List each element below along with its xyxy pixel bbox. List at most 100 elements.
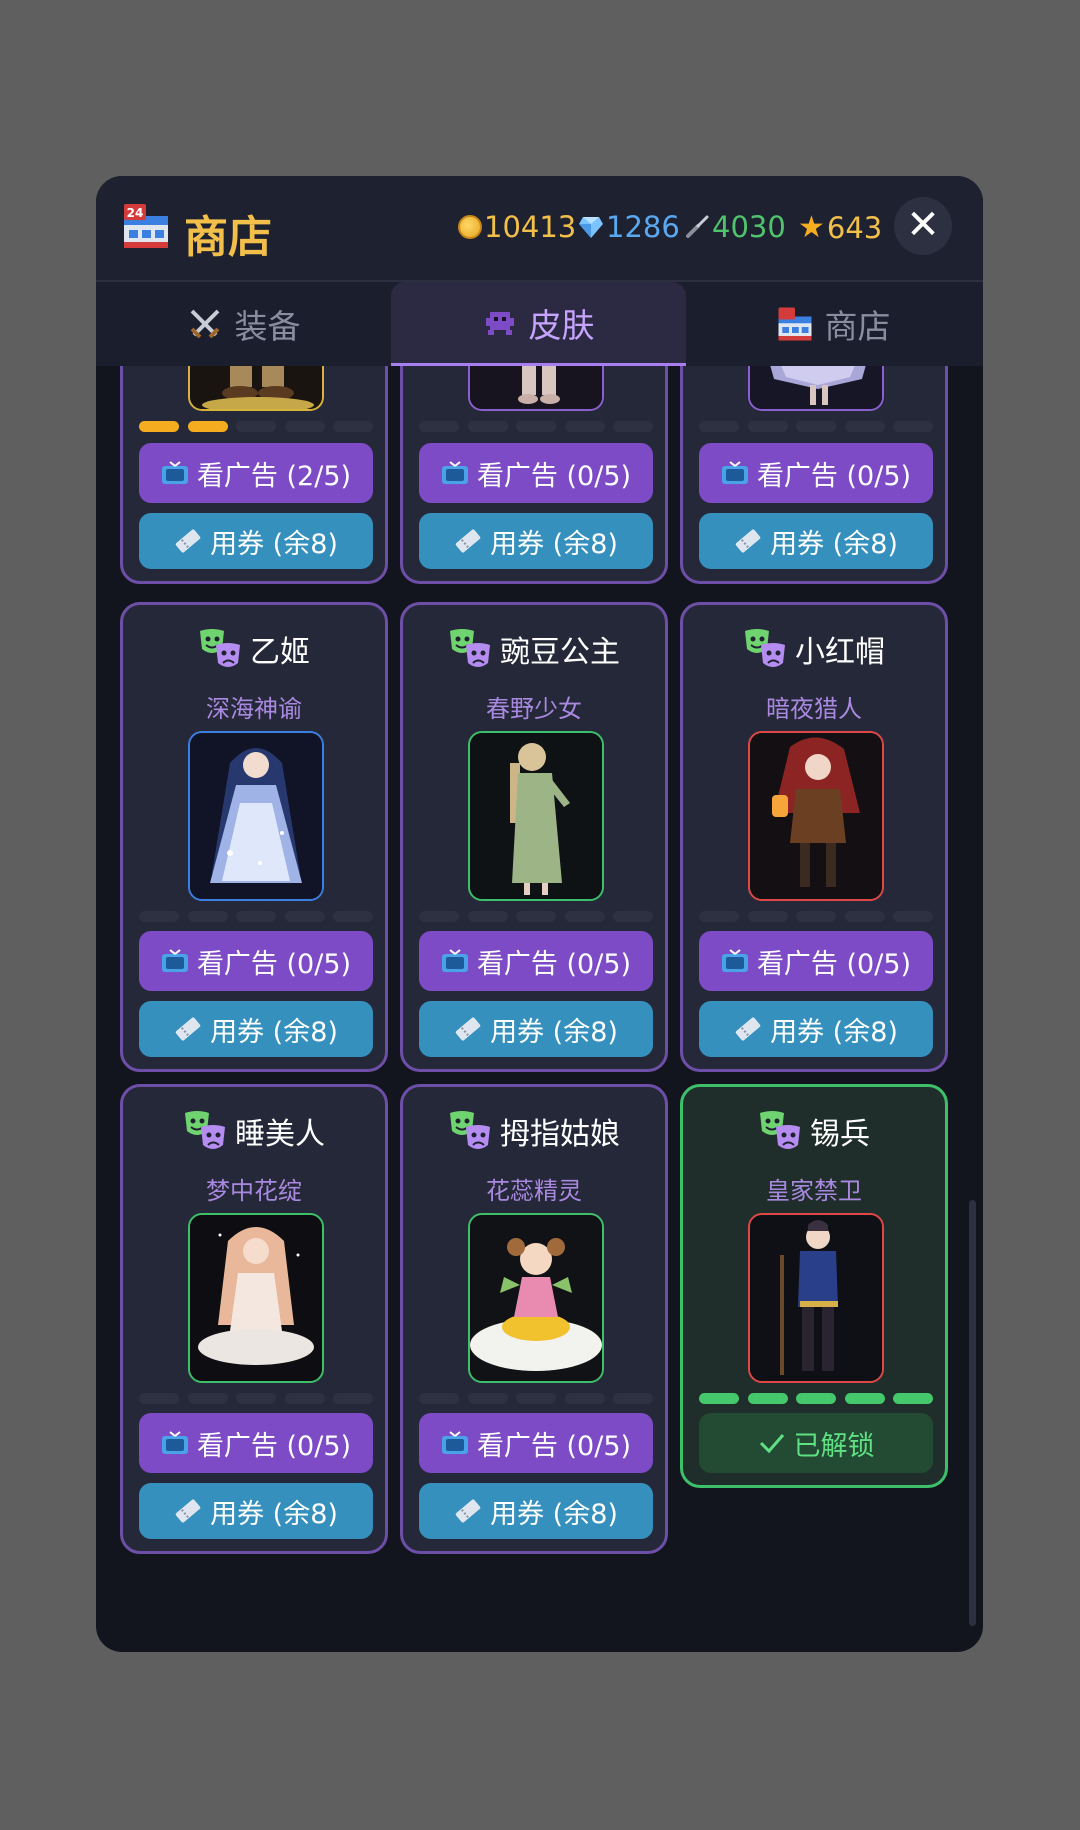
progress-segment (747, 1393, 788, 1404)
tv-icon (161, 1431, 189, 1455)
watch-ad-label: 看广告 (2/5) (196, 460, 352, 492)
progress-segment (284, 421, 325, 432)
ticket-icon (454, 1017, 482, 1041)
tv-icon (721, 461, 749, 485)
tab-equipment[interactable]: 装备 (96, 282, 391, 366)
use-coupon-button[interactable]: 用券 (余8) (419, 1001, 653, 1057)
progress-bars (139, 911, 373, 923)
progress-segment (419, 911, 459, 922)
watch-ad-label: 看广告 (0/5) (756, 460, 912, 492)
progress-segment (419, 421, 459, 432)
use-coupon-label: 用券 (余8) (490, 1498, 618, 1530)
progress-segment (284, 911, 325, 922)
character-name: 乙姬 (123, 627, 385, 671)
use-coupon-button[interactable]: 用券 (余8) (139, 513, 373, 569)
tab-shop[interactable]: 商店 (686, 282, 981, 366)
character-portrait (748, 731, 884, 901)
tab-skins-label: 皮肤 (528, 305, 595, 345)
watch-ad-button[interactable]: 看广告 (0/5) (419, 1413, 653, 1473)
character-name: 小红帽 (683, 627, 945, 671)
progress-segment (796, 421, 836, 432)
watch-ad-label: 看广告 (0/5) (476, 460, 632, 492)
character-portrait (468, 366, 604, 411)
use-coupon-label: 用券 (余8) (770, 528, 898, 560)
progress-segment (564, 911, 605, 922)
use-coupon-button[interactable]: 用券 (余8) (419, 513, 653, 569)
coin-value: 10413 (484, 210, 577, 244)
skin-card: 拇指姑娘 花蕊精灵 看广告 (0/5) 用券 (余8) (400, 1084, 668, 1554)
performing-arts-icon (450, 629, 490, 667)
skin-card: 看广告 (2/5) 用券 (余8) (120, 366, 388, 584)
progress-segment (187, 421, 228, 432)
modal-header: 24 商店 10413 1286 4030 ★ 643 ✕ (96, 176, 983, 282)
performing-arts-icon (760, 1111, 800, 1149)
close-icon: ✕ (906, 202, 940, 248)
skin-card-unlocked: 锡兵 皇家禁卫 已解锁 (680, 1084, 948, 1488)
progress-segment (844, 911, 885, 922)
tab-equipment-label: 装备 (234, 307, 301, 346)
watch-ad-button[interactable]: 看广告 (0/5) (139, 931, 373, 991)
tv-icon (441, 461, 469, 485)
skin-name: 春野少女 (486, 695, 582, 723)
use-coupon-label: 用券 (余8) (210, 1498, 338, 1530)
character-name-label: 乙姬 (250, 635, 310, 670)
progress-bars (699, 421, 933, 433)
use-coupon-label: 用券 (余8) (210, 528, 338, 560)
watch-ad-label: 看广告 (0/5) (476, 948, 632, 980)
character-name: 豌豆公主 (403, 627, 665, 671)
use-coupon-button[interactable]: 用券 (余8) (699, 513, 933, 569)
use-coupon-label: 用券 (余8) (490, 528, 618, 560)
watch-ad-button[interactable]: 看广告 (0/5) (699, 931, 933, 991)
progress-segment (893, 1393, 933, 1404)
skin-card: 看广告 (0/5) 用券 (余8) (400, 366, 668, 584)
progress-segment (467, 421, 508, 432)
tv-icon (721, 949, 749, 973)
progress-segment (333, 421, 373, 432)
convenience-store-icon (778, 307, 811, 341)
progress-segment (796, 1393, 836, 1404)
tab-skins[interactable]: 皮肤 (391, 282, 686, 366)
tool-value: 4030 (712, 210, 786, 244)
use-coupon-button[interactable]: 用券 (余8) (419, 1483, 653, 1539)
character-name-label: 小红帽 (795, 635, 885, 670)
watch-ad-button[interactable]: 看广告 (2/5) (139, 443, 373, 503)
tab-bar: 装备 皮肤 商店 (96, 282, 983, 366)
character-name: 锡兵 (683, 1109, 945, 1153)
screwdriver-icon (686, 215, 709, 238)
progress-bars (699, 1393, 933, 1405)
progress-segment (747, 911, 788, 922)
watch-ad-button[interactable]: 看广告 (0/5) (699, 443, 933, 503)
shop-modal: 24 商店 10413 1286 4030 ★ 643 ✕ 装备 皮肤 商店 看… (96, 176, 983, 1652)
progress-segment (844, 421, 885, 432)
ticket-icon (174, 529, 202, 553)
progress-segment (844, 1393, 885, 1404)
watch-ad-label: 看广告 (0/5) (196, 1430, 352, 1462)
watch-ad-button[interactable]: 看广告 (0/5) (139, 1413, 373, 1473)
convenience-store-icon: 24 (124, 204, 168, 248)
progress-segment (333, 911, 373, 922)
character-portrait (188, 366, 324, 411)
skin-grid[interactable]: 看广告 (2/5) 用券 (余8) 看广告 (0/5) 用券 (余8) 看广告 … (96, 366, 983, 1652)
skin-name: 花蕊精灵 (486, 1177, 582, 1205)
use-coupon-button[interactable]: 用券 (余8) (139, 1483, 373, 1539)
star-value: 643 (826, 210, 883, 245)
watch-ad-button[interactable]: 看广告 (0/5) (419, 931, 653, 991)
skin-card: 乙姬 深海神谕 看广告 (0/5) 用券 (余8) (120, 602, 388, 1072)
watch-ad-button[interactable]: 看广告 (0/5) (419, 443, 653, 503)
scrollbar[interactable] (969, 1200, 976, 1626)
use-coupon-button[interactable]: 用券 (余8) (699, 1001, 933, 1057)
watch-ad-label: 看广告 (0/5) (476, 1430, 632, 1462)
progress-segment (613, 1393, 653, 1404)
progress-bars (139, 421, 373, 433)
character-portrait (748, 366, 884, 411)
skin-name: 皇家禁卫 (766, 1177, 862, 1205)
progress-segment (747, 421, 788, 432)
use-coupon-button[interactable]: 用券 (余8) (139, 1001, 373, 1057)
ticket-icon (734, 1017, 762, 1041)
ticket-icon (734, 529, 762, 553)
unlocked-status: 已解锁 (699, 1413, 933, 1473)
progress-segment (187, 911, 228, 922)
character-name-label: 睡美人 (235, 1117, 325, 1152)
close-button[interactable]: ✕ (894, 197, 952, 255)
performing-arts-icon (745, 629, 785, 667)
